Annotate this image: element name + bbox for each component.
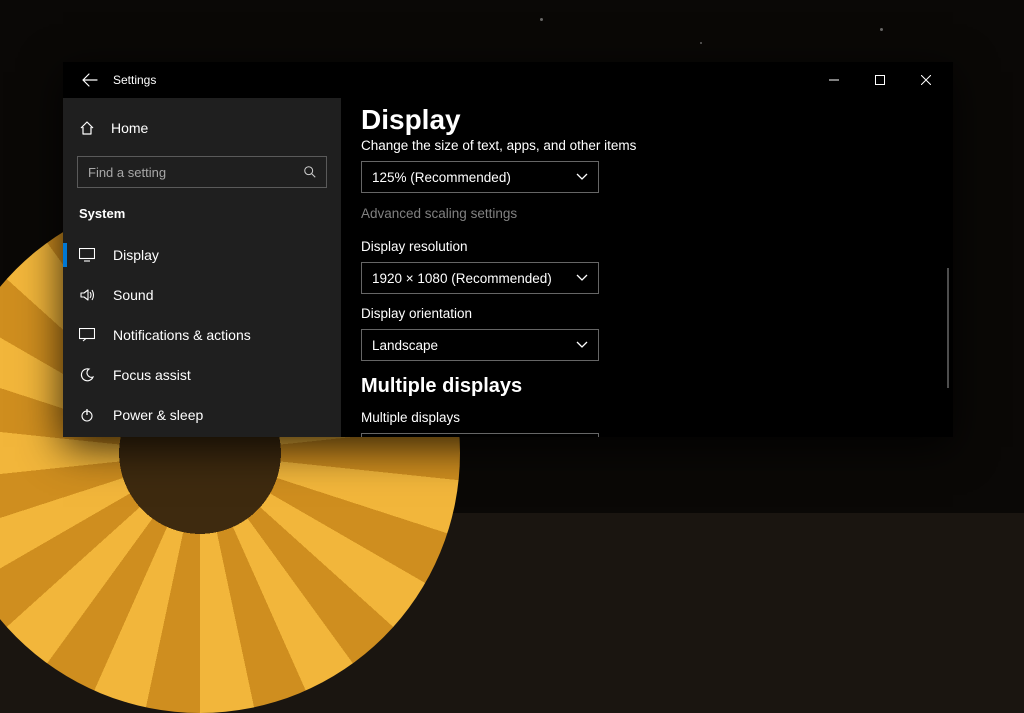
sidebar: Home System Display (63, 98, 341, 437)
scale-label: Change the size of text, apps, and other… (361, 138, 933, 153)
orientation-dropdown[interactable]: Landscape (361, 329, 599, 361)
focus-assist-icon (79, 367, 95, 383)
multiple-displays-dropdown[interactable]: Extend these displays (361, 433, 599, 437)
sidebar-item-notifications[interactable]: Notifications & actions (63, 315, 341, 355)
orientation-label: Display orientation (361, 306, 933, 321)
multiple-label: Multiple displays (361, 410, 933, 425)
scrollbar[interactable] (947, 268, 949, 388)
power-icon (79, 407, 95, 423)
window-title: Settings (113, 73, 156, 87)
orientation-value: Landscape (372, 338, 438, 353)
settings-window: Settings Home (63, 62, 953, 437)
scale-value: 125% (Recommended) (372, 170, 511, 185)
sidebar-item-label: Notifications & actions (113, 327, 251, 343)
content-pane: Display Change the size of text, apps, a… (341, 98, 953, 437)
sidebar-item-sound[interactable]: Sound (63, 275, 341, 315)
resolution-label: Display resolution (361, 239, 933, 254)
notifications-icon (79, 328, 95, 342)
maximize-button[interactable] (857, 65, 903, 95)
sidebar-item-label: Power & sleep (113, 407, 203, 423)
home-nav[interactable]: Home (63, 108, 341, 148)
sidebar-item-label: Display (113, 247, 159, 263)
home-label: Home (111, 120, 148, 136)
sidebar-item-display[interactable]: Display (63, 235, 341, 275)
sidebar-item-focus-assist[interactable]: Focus assist (63, 355, 341, 395)
multiple-displays-heading: Multiple displays (361, 375, 933, 398)
chevron-down-icon (576, 274, 588, 282)
sidebar-item-power-sleep[interactable]: Power & sleep (63, 395, 341, 435)
display-icon (79, 248, 95, 262)
close-button[interactable] (903, 65, 949, 95)
home-icon (79, 120, 95, 136)
search-icon (303, 165, 317, 179)
page-title: Display (361, 104, 933, 136)
resolution-value: 1920 × 1080 (Recommended) (372, 271, 552, 286)
maximize-icon (875, 75, 885, 85)
back-button[interactable] (75, 65, 105, 95)
sound-icon (79, 287, 95, 303)
sidebar-category: System (63, 198, 341, 227)
back-arrow-icon (82, 72, 98, 88)
scale-dropdown[interactable]: 125% (Recommended) (361, 161, 599, 193)
chevron-down-icon (576, 341, 588, 349)
close-icon (921, 75, 931, 85)
advanced-scaling-link[interactable]: Advanced scaling settings (361, 206, 517, 221)
sidebar-item-label: Sound (113, 287, 153, 303)
minimize-icon (829, 75, 839, 85)
sidebar-item-label: Focus assist (113, 367, 191, 383)
search-input[interactable] (77, 156, 327, 188)
chevron-down-icon (576, 173, 588, 181)
resolution-dropdown[interactable]: 1920 × 1080 (Recommended) (361, 262, 599, 294)
title-bar: Settings (63, 62, 953, 98)
minimize-button[interactable] (811, 65, 857, 95)
